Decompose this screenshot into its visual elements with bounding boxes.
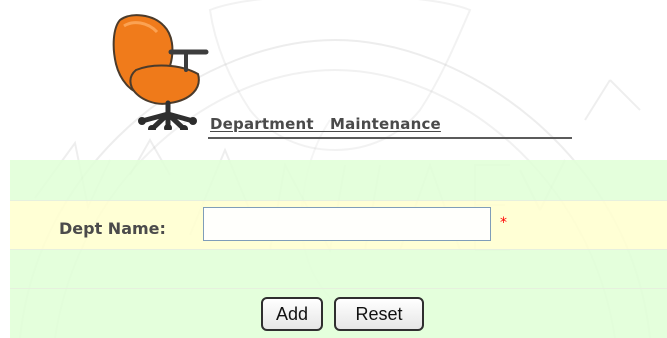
form-row-spacer-top <box>10 160 667 200</box>
page-title: Department Maintenance <box>210 115 441 133</box>
page-header: Department Maintenance <box>0 0 667 150</box>
add-button[interactable]: Add <box>261 297 323 331</box>
reset-button[interactable]: Reset <box>334 297 424 331</box>
office-chair-icon <box>112 14 209 130</box>
dept-name-label: Dept Name: <box>59 219 166 238</box>
required-asterisk: * <box>500 215 507 231</box>
form-row-spacer-mid <box>10 250 667 288</box>
page-title-underline <box>208 137 572 139</box>
dept-name-input[interactable] <box>203 207 491 241</box>
department-form: Dept Name: * Add Reset <box>10 160 667 338</box>
